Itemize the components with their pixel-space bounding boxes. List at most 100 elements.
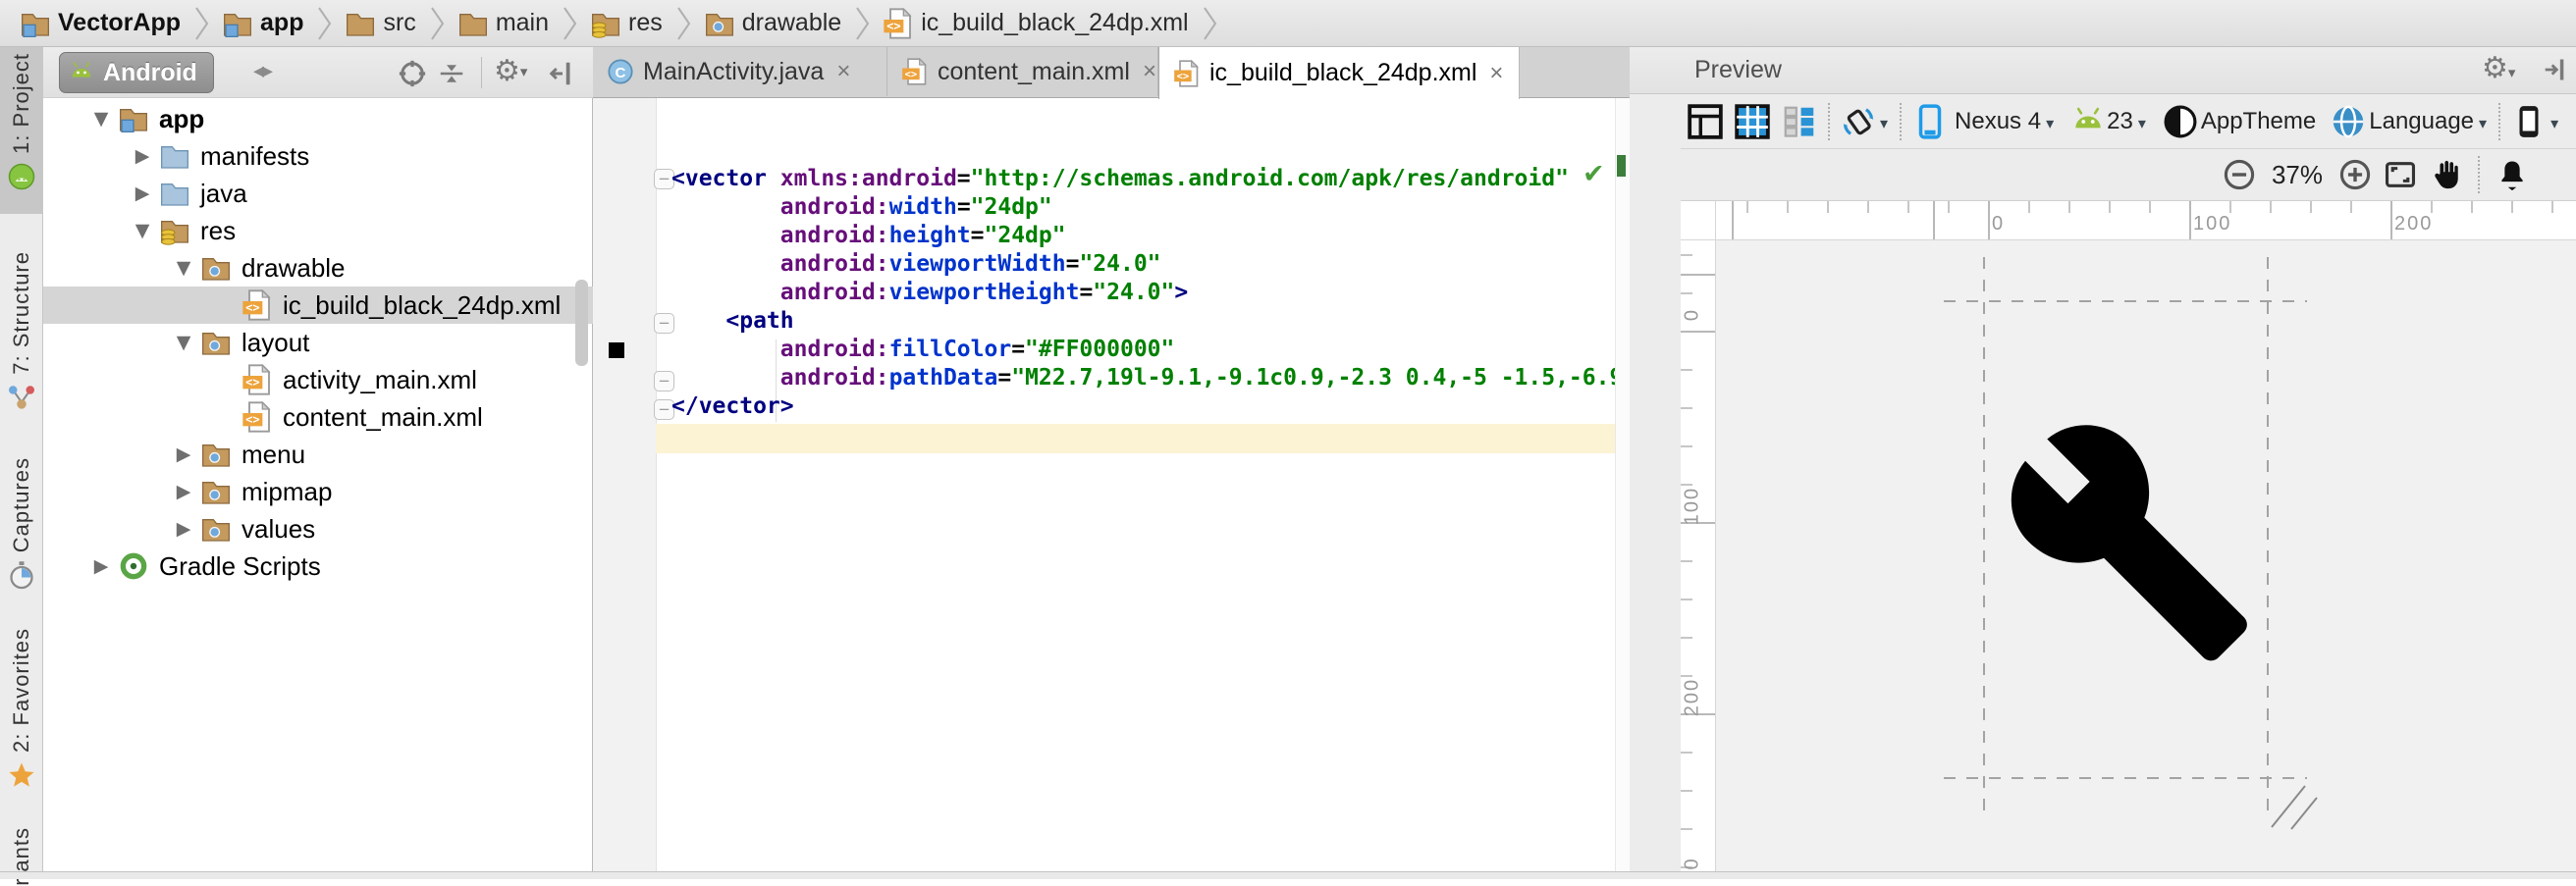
breadcrumb-item-src[interactable]: src xyxy=(345,0,456,46)
ruler-label: 0 xyxy=(1682,286,1704,344)
tree-row-menu[interactable]: ▶ menu xyxy=(43,436,593,473)
tree-row-java[interactable]: ▶ java xyxy=(43,175,593,212)
tree-label: drawable xyxy=(242,253,346,284)
ruler-label: 100 xyxy=(2193,213,2231,235)
tool-tab-project[interactable]: 1: Project xyxy=(0,53,43,191)
preview-canvas xyxy=(1716,240,2576,871)
color-preview-swatch[interactable] xyxy=(609,342,624,358)
ruler-label: 00 xyxy=(1682,841,1704,872)
tree-row-res[interactable]: ▼ res xyxy=(43,212,593,249)
api-level-selector[interactable]: 23 ▾ xyxy=(2069,103,2148,140)
toolbar-divider xyxy=(2478,156,2480,193)
caret-down-icon: ▾ xyxy=(1880,114,1888,132)
expand-arrow-icon[interactable]: ▼ xyxy=(167,257,200,279)
preview-settings-button[interactable]: ⚙▾ xyxy=(2482,54,2515,83)
tree-label: Gradle Scripts xyxy=(159,551,321,582)
tree-row-activity-main[interactable]: activity_main.xml xyxy=(43,361,593,398)
tree-label: menu xyxy=(242,440,305,470)
device-name: Nexus 4 xyxy=(1955,108,2041,135)
project-view-selector[interactable]: Android xyxy=(59,52,214,93)
tree-scrollbar-thumb[interactable] xyxy=(575,280,588,366)
close-icon[interactable]: × xyxy=(836,58,850,85)
breadcrumb: VectorApp app src main res drawable ic_b… xyxy=(0,0,2576,47)
tool-tab-structure[interactable]: 7: Structure xyxy=(0,251,43,412)
tree-row-mipmap[interactable]: ▶ mipmap xyxy=(43,473,593,510)
expand-arrow-icon[interactable]: ▼ xyxy=(84,108,118,130)
expand-arrow-icon[interactable]: ▼ xyxy=(126,220,159,241)
status-bar-edge xyxy=(0,871,2576,879)
layout-editor-mode-icon[interactable] xyxy=(1687,103,1724,140)
panel-settings-button[interactable]: ⚙ ▾ xyxy=(494,57,527,86)
tool-tab-label: 1: Project xyxy=(9,53,34,154)
chevron-right-icon xyxy=(855,7,871,40)
collapse-arrow-icon[interactable]: ▶ xyxy=(167,518,200,540)
tree-row-layout[interactable]: ▼ layout xyxy=(43,324,593,361)
api-level: 23 xyxy=(2107,108,2133,135)
target-device-selector[interactable]: ▾ xyxy=(2510,103,2560,140)
breadcrumb-label: src xyxy=(383,9,415,37)
zoom-fit-icon[interactable] xyxy=(2384,158,2417,191)
folder-blue-icon xyxy=(159,178,190,209)
tree-row-drawable[interactable]: ▼ drawable xyxy=(43,249,593,287)
notifications-bell-icon[interactable] xyxy=(2496,158,2529,191)
collapse-arrow-icon[interactable]: ▶ xyxy=(126,182,159,204)
tool-tab-captures[interactable]: Captures xyxy=(0,457,43,590)
device-selector[interactable]: Nexus 4 ▾ xyxy=(1911,103,2056,140)
tree-row-ic-build-black-24dp[interactable]: ic_build_black_24dp.xml xyxy=(43,287,593,324)
code-text[interactable]: <vector xmlns:android="http://schemas.an… xyxy=(671,98,1616,871)
zoom-in-icon[interactable] xyxy=(2338,158,2372,191)
breadcrumb-item-drawable[interactable]: drawable xyxy=(704,0,883,46)
grid-mode-icon[interactable] xyxy=(1734,103,1771,140)
tree-label: activity_main.xml xyxy=(283,365,477,395)
java-class-icon xyxy=(607,58,634,85)
resize-handle[interactable] xyxy=(2266,782,2329,831)
rotate-device-icon xyxy=(1840,103,1877,140)
navigate-back-forward-icons[interactable]: ◂▸ xyxy=(253,59,271,83)
collapse-arrow-icon[interactable]: ▶ xyxy=(84,555,118,577)
tool-tab-favorites[interactable]: 2: Favorites xyxy=(0,628,43,790)
toolbar-divider xyxy=(2498,103,2500,140)
breadcrumb-item-main[interactable]: main xyxy=(457,0,590,46)
hide-panel-icon[interactable] xyxy=(2541,56,2568,83)
language-selector[interactable]: Language ▾ xyxy=(2330,103,2489,140)
tree-row-values[interactable]: ▶ values xyxy=(43,510,593,547)
guide-line xyxy=(1944,777,2307,779)
caret-down-icon: ▾ xyxy=(2138,114,2146,132)
locate-file-icon[interactable] xyxy=(398,59,427,88)
breadcrumb-item-res[interactable]: res xyxy=(590,0,704,46)
tree-label: ic_build_black_24dp.xml xyxy=(283,290,561,321)
editor-area: MainActivity.java × content_main.xml × i… xyxy=(593,47,1630,871)
breadcrumb-label: VectorApp xyxy=(58,9,181,37)
breadcrumb-item-app[interactable]: app xyxy=(222,0,345,46)
theme-selector[interactable]: AppTheme xyxy=(2162,103,2318,140)
code-line: android:viewportHeight="24.0"> xyxy=(671,279,1188,307)
tree-row-gradle-scripts[interactable]: ▶ Gradle Scripts xyxy=(43,547,593,585)
orientation-selector[interactable]: ▾ xyxy=(1840,103,1890,140)
editor-scrollbar[interactable] xyxy=(1615,98,1630,871)
tree-label: layout xyxy=(242,328,309,358)
tree-row-manifests[interactable]: ▶ manifests xyxy=(43,137,593,175)
editor-tab-content-main[interactable]: content_main.xml × xyxy=(887,47,1158,96)
collapse-all-icon[interactable] xyxy=(437,59,466,88)
breadcrumb-item-vectorapp[interactable]: VectorApp xyxy=(20,0,222,46)
tree-row-content-main[interactable]: content_main.xml xyxy=(43,398,593,436)
tree-row-app[interactable]: ▼ app xyxy=(43,100,593,137)
breadcrumb-item-file[interactable]: ic_build_black_24dp.xml xyxy=(883,0,1229,46)
editor-tab-mainactivity[interactable]: MainActivity.java × xyxy=(593,47,887,96)
collapse-arrow-icon[interactable]: ▶ xyxy=(167,481,200,502)
close-icon[interactable]: × xyxy=(1143,58,1156,85)
hide-panel-icon[interactable] xyxy=(548,59,577,88)
zoom-out-icon[interactable] xyxy=(2223,158,2256,191)
editor-tab-ic-build-black-24dp[interactable]: ic_build_black_24dp.xml × xyxy=(1158,47,1520,99)
code-editor[interactable]: − − − − <vector xmlns:android="http://sc… xyxy=(593,98,1630,871)
gear-icon: ⚙ xyxy=(2482,51,2508,85)
variant-columns-icon[interactable] xyxy=(1781,103,1818,140)
folder-app-icon xyxy=(222,8,253,39)
expand-arrow-icon[interactable]: ▼ xyxy=(167,332,200,353)
pan-hand-icon[interactable] xyxy=(2429,158,2462,191)
chevron-right-icon xyxy=(563,7,578,40)
collapse-arrow-icon[interactable]: ▶ xyxy=(167,443,200,465)
tree-label: mipmap xyxy=(242,477,332,507)
close-icon[interactable]: × xyxy=(1489,60,1503,87)
collapse-arrow-icon[interactable]: ▶ xyxy=(126,145,159,167)
